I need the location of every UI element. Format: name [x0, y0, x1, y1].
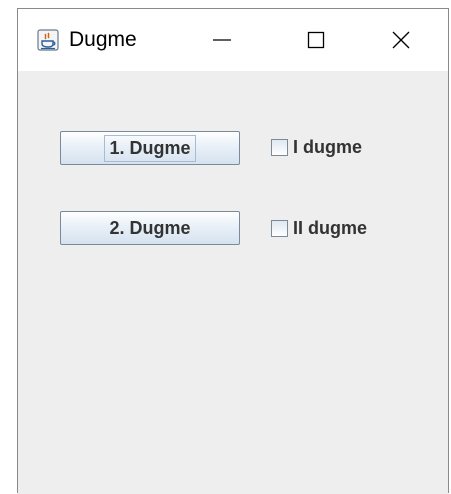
checkbox-box[interactable] [271, 139, 288, 156]
checkbox-box[interactable] [271, 220, 288, 237]
minimize-button[interactable] [190, 9, 254, 71]
content-panel: 1. Dugme I dugme 2. Dugme II dugme [18, 71, 448, 494]
checkbox-label: II dugme [293, 218, 368, 238]
close-button[interactable] [369, 9, 433, 71]
dugme-2-label: 2. Dugme [109, 217, 191, 238]
maximize-icon [307, 31, 325, 49]
dugme-1-button[interactable]: 1. Dugme [60, 131, 240, 165]
dugme-1-label: 1. Dugme [104, 134, 196, 162]
window-title: Dugme [69, 28, 137, 51]
ii-dugme-checkbox[interactable]: II dugme [271, 218, 367, 239]
checkbox-label: I dugme [293, 137, 363, 157]
title-bar[interactable]: Dugme [18, 9, 448, 71]
java-app-icon [37, 29, 59, 51]
minimize-icon [213, 39, 231, 41]
close-icon [392, 31, 410, 49]
maximize-button[interactable] [284, 9, 348, 71]
dugme-2-button[interactable]: 2. Dugme [60, 211, 240, 245]
i-dugme-checkbox[interactable]: I dugme [271, 137, 362, 158]
app-window: Dugme 1. Dugme I dugme 2. Dugme II dugme [17, 8, 449, 494]
